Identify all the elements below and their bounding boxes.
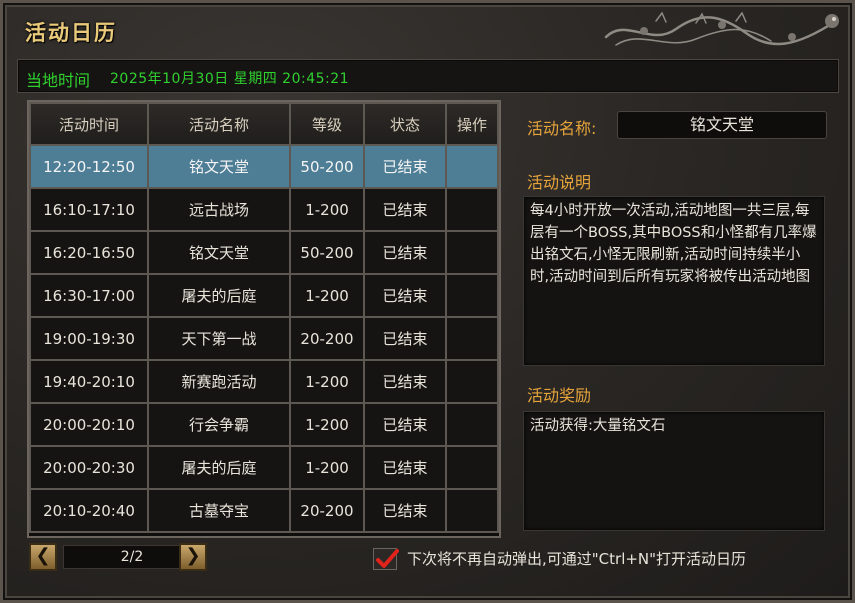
table-row[interactable]: 19:40-20:10 新赛跑活动 1-200 已结束 bbox=[29, 359, 499, 404]
cell-action[interactable] bbox=[445, 316, 499, 361]
cell-action[interactable] bbox=[445, 359, 499, 404]
dragon-ornament-icon bbox=[604, 11, 839, 46]
table-row[interactable]: 16:10-17:10 远古战场 1-200 已结束 bbox=[29, 187, 499, 232]
local-time-bar: 当地时间 2025年10月30日 星期四 20:45:21 bbox=[17, 59, 839, 93]
cell-status: 已结束 bbox=[363, 187, 447, 232]
activity-reward-label: 活动奖励 bbox=[527, 386, 592, 405]
chevron-right-icon: ❯ bbox=[185, 545, 201, 566]
cell-level: 50-200 bbox=[289, 230, 365, 275]
table-row[interactable]: 16:20-16:50 铭文天堂 50-200 已结束 bbox=[29, 230, 499, 275]
cell-name: 新赛跑活动 bbox=[147, 359, 291, 404]
cell-status: 已结束 bbox=[363, 402, 447, 447]
table-row[interactable]: 20:00-20:30 屠夫的后庭 1-200 已结束 bbox=[29, 445, 499, 490]
activity-name-value: 铭文天堂 bbox=[617, 111, 827, 139]
activity-description-text: 每4小时开放一次活动,活动地图一共三层,每层有一个BOSS,其中BOSS和小怪都… bbox=[523, 196, 825, 366]
column-header-action: 操作 bbox=[445, 102, 499, 146]
local-time-value: 2025年10月30日 星期四 20:45:21 bbox=[110, 71, 350, 87]
cell-time: 19:40-20:10 bbox=[29, 359, 149, 404]
table-row[interactable]: 16:30-17:00 屠夫的后庭 1-200 已结束 bbox=[29, 273, 499, 318]
cell-time: 20:10-20:40 bbox=[29, 488, 149, 533]
cell-action[interactable] bbox=[445, 230, 499, 275]
table-row[interactable]: 12:20-12:50 铭文天堂 50-200 已结束 bbox=[29, 144, 499, 189]
cell-name: 远古战场 bbox=[147, 187, 291, 232]
cell-level: 20-200 bbox=[289, 316, 365, 361]
cell-level: 50-200 bbox=[289, 144, 365, 189]
cell-action[interactable] bbox=[445, 402, 499, 447]
window-title: 活动日历 bbox=[25, 21, 117, 45]
cell-status: 已结束 bbox=[363, 144, 447, 189]
activity-reward-text: 活动获得:大量铭文石 bbox=[523, 411, 825, 531]
activity-description-label: 活动说明 bbox=[527, 173, 592, 192]
table-row[interactable]: 19:00-19:30 天下第一战 20-200 已结束 bbox=[29, 316, 499, 361]
column-header-time: 活动时间 bbox=[29, 102, 149, 146]
cell-name: 屠夫的后庭 bbox=[147, 445, 291, 490]
cell-level: 20-200 bbox=[289, 488, 365, 533]
cell-time: 16:10-17:10 bbox=[29, 187, 149, 232]
cell-status: 已结束 bbox=[363, 359, 447, 404]
cell-status: 已结束 bbox=[363, 445, 447, 490]
cell-action[interactable] bbox=[445, 144, 499, 189]
column-header-status: 状态 bbox=[363, 102, 447, 146]
cell-name: 屠夫的后庭 bbox=[147, 273, 291, 318]
table-row[interactable]: 20:10-20:40 古墓夺宝 20-200 已结束 bbox=[29, 488, 499, 533]
cell-name: 古墓夺宝 bbox=[147, 488, 291, 533]
next-page-button[interactable]: ❯ bbox=[179, 543, 207, 571]
table-header-row: 活动时间 活动名称 等级 状态 操作 bbox=[29, 102, 499, 146]
cell-time: 20:00-20:10 bbox=[29, 402, 149, 447]
cell-status: 已结束 bbox=[363, 488, 447, 533]
cell-action[interactable] bbox=[445, 273, 499, 318]
cell-level: 1-200 bbox=[289, 445, 365, 490]
activity-name-label: 活动名称: bbox=[527, 119, 597, 138]
cell-action[interactable] bbox=[445, 488, 499, 533]
table-row[interactable]: 20:00-20:10 行会争霸 1-200 已结束 bbox=[29, 402, 499, 447]
column-header-name: 活动名称 bbox=[147, 102, 291, 146]
cell-level: 1-200 bbox=[289, 359, 365, 404]
cell-level: 1-200 bbox=[289, 402, 365, 447]
cell-name: 天下第一战 bbox=[147, 316, 291, 361]
cell-name: 行会争霸 bbox=[147, 402, 291, 447]
cell-status: 已结束 bbox=[363, 316, 447, 361]
activity-calendar-window: 活动日历 当地时间 2025年10月30日 星期四 20:45:21 活动时间 bbox=[0, 0, 855, 603]
cell-time: 16:30-17:00 bbox=[29, 273, 149, 318]
dont-show-again-label[interactable]: 下次将不再自动弹出,可通过"Ctrl+N"打开活动日历 bbox=[407, 548, 746, 569]
cell-time: 16:20-16:50 bbox=[29, 230, 149, 275]
cell-status: 已结束 bbox=[363, 273, 447, 318]
cell-level: 1-200 bbox=[289, 187, 365, 232]
chevron-left-icon: ❮ bbox=[35, 545, 51, 566]
pagination: ❮ 2/2 ❯ bbox=[29, 541, 211, 573]
local-time-label: 当地时间 bbox=[26, 71, 91, 90]
cell-time: 20:00-20:30 bbox=[29, 445, 149, 490]
cell-time: 12:20-12:50 bbox=[29, 144, 149, 189]
cell-action[interactable] bbox=[445, 187, 499, 232]
dont-show-again-checkbox[interactable] bbox=[373, 548, 399, 570]
column-header-level: 等级 bbox=[289, 102, 365, 146]
cell-action[interactable] bbox=[445, 445, 499, 490]
cell-level: 1-200 bbox=[289, 273, 365, 318]
cell-name: 铭文天堂 bbox=[147, 144, 291, 189]
prev-page-button[interactable]: ❮ bbox=[29, 543, 57, 571]
cell-name: 铭文天堂 bbox=[147, 230, 291, 275]
cell-time: 19:00-19:30 bbox=[29, 316, 149, 361]
cell-status: 已结束 bbox=[363, 230, 447, 275]
checkmark-icon bbox=[376, 549, 399, 568]
activity-table-panel: 活动时间 活动名称 等级 状态 操作 12:20-12:50 铭文天堂 50-2… bbox=[27, 100, 501, 538]
activity-table: 活动时间 活动名称 等级 状态 操作 12:20-12:50 铭文天堂 50-2… bbox=[29, 102, 499, 533]
